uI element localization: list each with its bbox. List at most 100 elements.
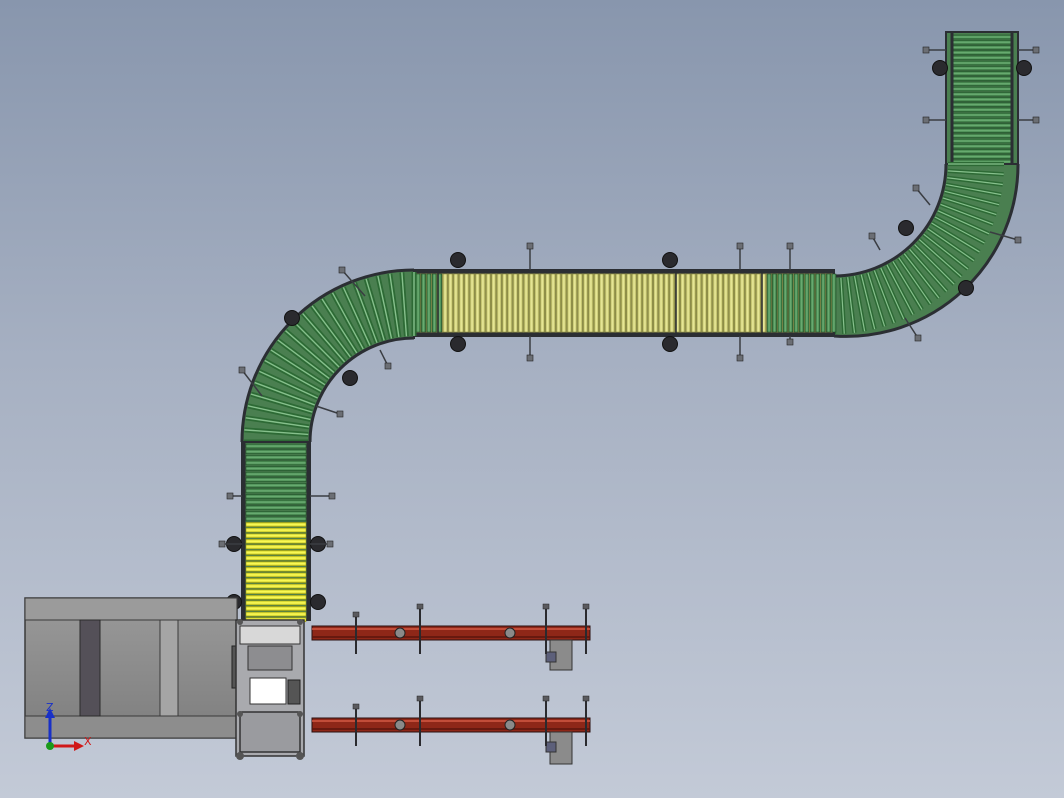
cad-viewport[interactable]: Z X — [0, 0, 1064, 798]
roller — [691, 273, 696, 333]
roller — [485, 273, 491, 333]
packing-machine[interactable] — [24, 597, 249, 739]
roller — [245, 611, 307, 617]
roller — [952, 71, 1012, 76]
roller — [245, 561, 307, 567]
chain-post-cap — [542, 603, 550, 610]
roller — [539, 273, 545, 333]
roller — [523, 273, 529, 333]
roller — [426, 273, 432, 333]
bracket-head — [384, 362, 392, 370]
roller — [952, 143, 1012, 149]
roller — [245, 471, 307, 477]
roller — [647, 273, 653, 333]
bracket-head — [238, 366, 246, 374]
conveyor-assembly-drawing[interactable]: Z X — [0, 0, 1064, 798]
roller — [448, 273, 453, 333]
bracket-head — [526, 354, 534, 362]
middle-straight-conveyor[interactable] — [413, 269, 837, 337]
bracket-head — [338, 266, 346, 274]
caster-wheel — [662, 252, 678, 268]
chain-post-cap — [352, 611, 360, 618]
bracket — [315, 405, 341, 415]
roller — [245, 516, 307, 522]
roller — [952, 81, 1012, 87]
roller — [245, 555, 307, 561]
roller — [577, 273, 583, 333]
roller — [245, 600, 307, 606]
roller — [534, 273, 540, 333]
roller — [952, 86, 1012, 92]
chain-conveyor-upper[interactable] — [311, 625, 591, 671]
roller — [245, 482, 307, 488]
roller — [631, 273, 637, 333]
roller — [952, 45, 1012, 50]
roller — [734, 273, 740, 333]
left-curve-conveyor[interactable] — [240, 268, 417, 445]
z-axis-label: Z — [46, 701, 54, 714]
caster-wheel — [898, 220, 914, 236]
vertical-conveyor[interactable] — [241, 441, 311, 623]
roller — [245, 477, 307, 483]
roller — [469, 273, 475, 333]
bracket-head — [786, 338, 794, 346]
caster-wheel — [450, 336, 466, 352]
bracket-head — [336, 410, 344, 418]
roller — [415, 273, 421, 333]
bracket-head — [786, 242, 794, 250]
roller — [421, 273, 426, 333]
roller — [245, 510, 307, 516]
roller — [626, 273, 632, 333]
caster-wheel — [284, 310, 300, 326]
roller — [658, 273, 664, 333]
x-axis-arrow-icon — [74, 741, 84, 751]
roller — [952, 102, 1012, 107]
roller — [431, 273, 437, 333]
bracket-head — [922, 46, 930, 54]
roller — [952, 149, 1012, 154]
roller — [712, 273, 718, 333]
roller — [245, 578, 307, 583]
chain-conveyor-lower[interactable] — [311, 717, 591, 765]
chain-post-cap — [542, 695, 550, 702]
roller — [755, 273, 761, 333]
roller — [952, 50, 1012, 55]
roller — [788, 273, 794, 333]
roller — [572, 273, 578, 333]
roller — [637, 273, 642, 333]
bracket-head — [912, 184, 920, 192]
roller — [952, 65, 1012, 71]
roller — [685, 273, 691, 333]
roller — [815, 273, 821, 333]
roller — [245, 449, 307, 455]
right-curve-conveyor[interactable] — [831, 161, 1020, 338]
roller — [707, 273, 713, 333]
roller — [604, 273, 610, 333]
chain-post-cap — [352, 703, 360, 710]
roller — [518, 273, 524, 333]
roller — [566, 273, 572, 333]
roller — [777, 273, 783, 333]
roller — [653, 273, 659, 333]
bracket-head — [922, 116, 930, 124]
roller — [952, 128, 1012, 133]
caster-wheel — [450, 252, 466, 268]
roller — [952, 154, 1012, 159]
top-right-rollers — [952, 34, 1012, 165]
transfer-unit[interactable] — [235, 619, 305, 760]
roller — [507, 273, 513, 333]
top-right-straight-conveyor[interactable] — [945, 31, 1019, 165]
roller — [491, 273, 497, 333]
roller — [245, 583, 307, 589]
roller — [952, 112, 1012, 118]
chain-post-cap — [416, 603, 424, 610]
roller — [952, 39, 1012, 45]
roller — [453, 273, 459, 333]
roller — [680, 273, 686, 333]
roller — [245, 527, 307, 533]
bracket-head — [526, 242, 534, 250]
roller — [809, 273, 815, 333]
bracket-head — [736, 354, 744, 362]
roller — [952, 91, 1012, 97]
x-axis-label: X — [84, 735, 92, 748]
